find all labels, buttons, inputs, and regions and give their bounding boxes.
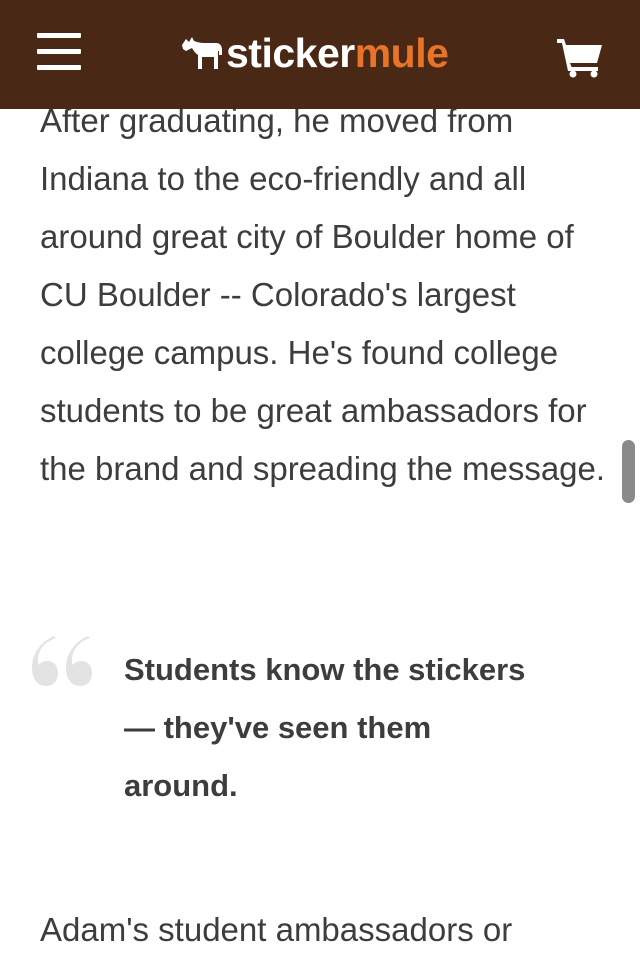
quote-mark-icon	[32, 636, 92, 686]
mule-logo-icon	[182, 37, 222, 69]
article-body: After graduating, he moved from Indiana …	[40, 92, 610, 498]
article-paragraph: Adam's student ambassadors or	[40, 911, 513, 948]
scrollbar-thumb[interactable]	[622, 440, 635, 503]
top-nav-bar: sticker mule	[0, 0, 640, 109]
logo-text-mule: mule	[354, 29, 449, 76]
logo-text-sticker: sticker	[226, 29, 355, 76]
article-paragraph: After graduating, he moved from Indiana …	[40, 102, 606, 487]
shopping-cart-icon[interactable]	[556, 36, 604, 78]
sticker-mule-logo[interactable]: sticker mule	[180, 28, 449, 78]
hamburger-menu-icon[interactable]	[37, 33, 81, 73]
pull-quote-text: Students know the stickers — they've see…	[124, 652, 526, 803]
